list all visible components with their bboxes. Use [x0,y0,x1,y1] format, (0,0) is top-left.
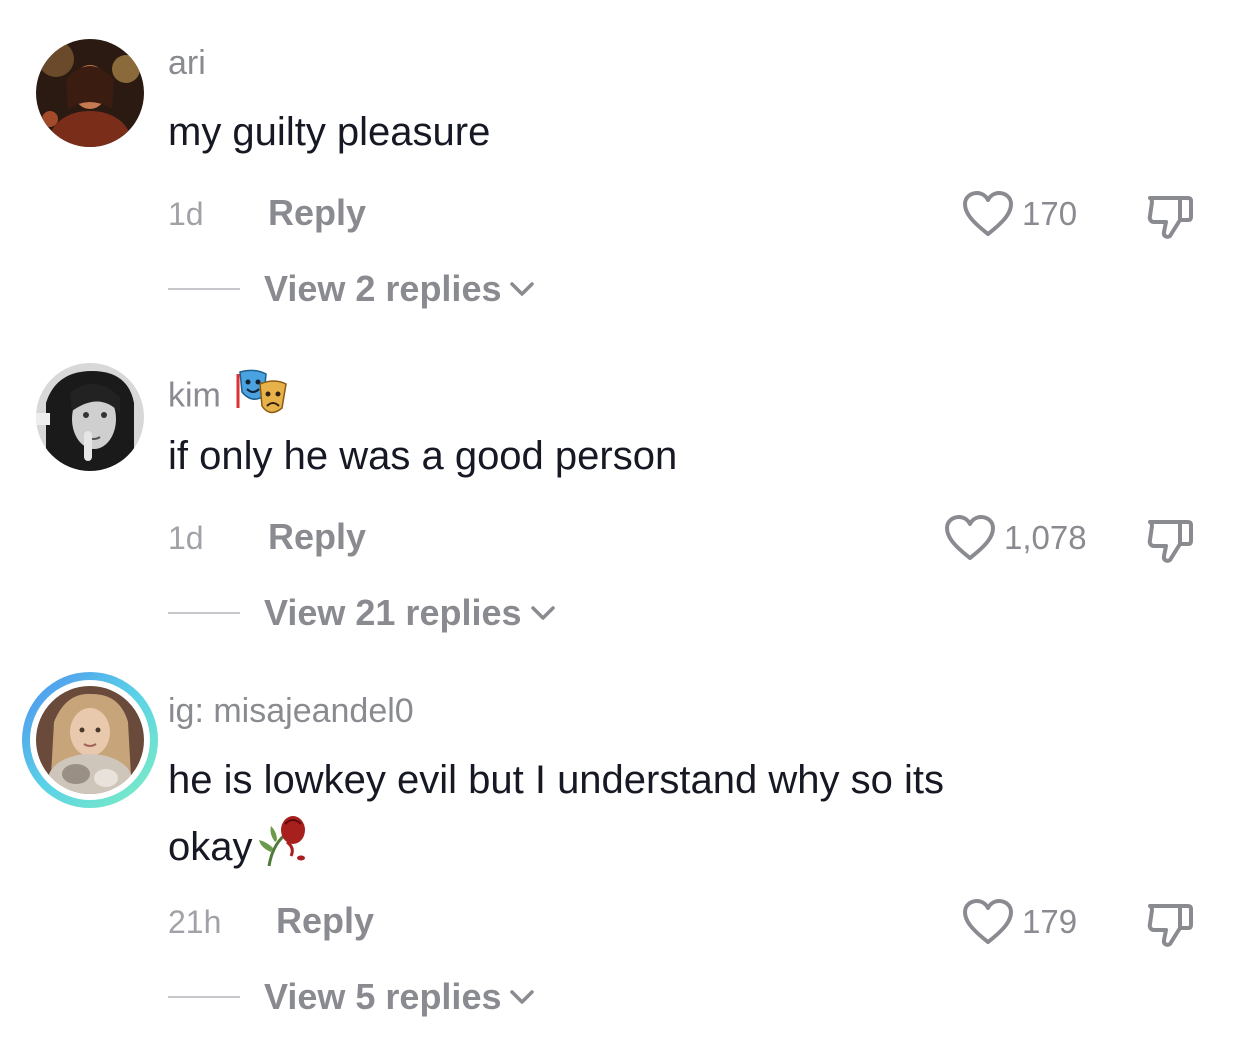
comment-text-word: okay [168,825,253,870]
heart-outline-icon [945,515,995,560]
like-count: 179 [1022,903,1078,940]
username[interactable]: kim [168,368,290,427]
comment-text-line: he is lowkey evil but I understand why s… [168,758,944,802]
comment-text: my guilty pleasure [168,110,491,154]
username[interactable]: ig: misajeandel0 [168,692,414,731]
divider [168,288,240,290]
avatar[interactable] [36,363,144,471]
comment-text-line: okay [168,812,1128,887]
username-text: kim [168,376,221,415]
like-count: 1,078 [1004,519,1087,556]
like-button[interactable]: 170 [962,190,1077,238]
view-replies-label: View 21 replies [264,592,522,633]
timestamp: 1d [168,196,204,232]
divider [168,612,240,614]
like-count: 170 [1022,195,1078,232]
reply-button[interactable]: Reply [276,900,374,942]
view-replies[interactable]: View 21 replies [168,592,556,634]
chevron-down-icon [510,282,535,296]
chevron-down-icon [510,990,535,1004]
heart-outline-icon [963,191,1013,236]
thumbs-down-icon[interactable] [1144,898,1196,950]
performing-arts-emoji [236,368,290,427]
thumbs-down-icon[interactable] [1144,514,1196,566]
comment-text: if only he was a good person [168,434,678,478]
avatar[interactable] [36,39,144,147]
heart-outline-icon [963,899,1013,944]
username[interactable]: ari [168,44,206,83]
chevron-down-icon [530,606,555,620]
view-replies-label: View 5 replies [264,976,502,1017]
comment-text: he is lowkey evil but I understand why s… [168,748,1128,887]
like-button[interactable]: 1,078 [944,514,1087,562]
view-replies[interactable]: View 5 replies [168,976,535,1018]
timestamp: 1d [168,520,204,556]
timestamp: 21h [168,904,222,940]
reply-button[interactable]: Reply [268,192,366,234]
reply-button[interactable]: Reply [268,516,366,558]
avatar[interactable] [22,672,158,808]
like-button[interactable]: 179 [962,898,1077,946]
divider [168,996,240,998]
wilted-rose-emoji [255,812,311,887]
view-replies-label: View 2 replies [264,268,502,309]
avatar-image [36,686,144,794]
thumbs-down-icon[interactable] [1144,190,1196,242]
story-ring [30,680,150,800]
view-replies[interactable]: View 2 replies [168,268,535,310]
